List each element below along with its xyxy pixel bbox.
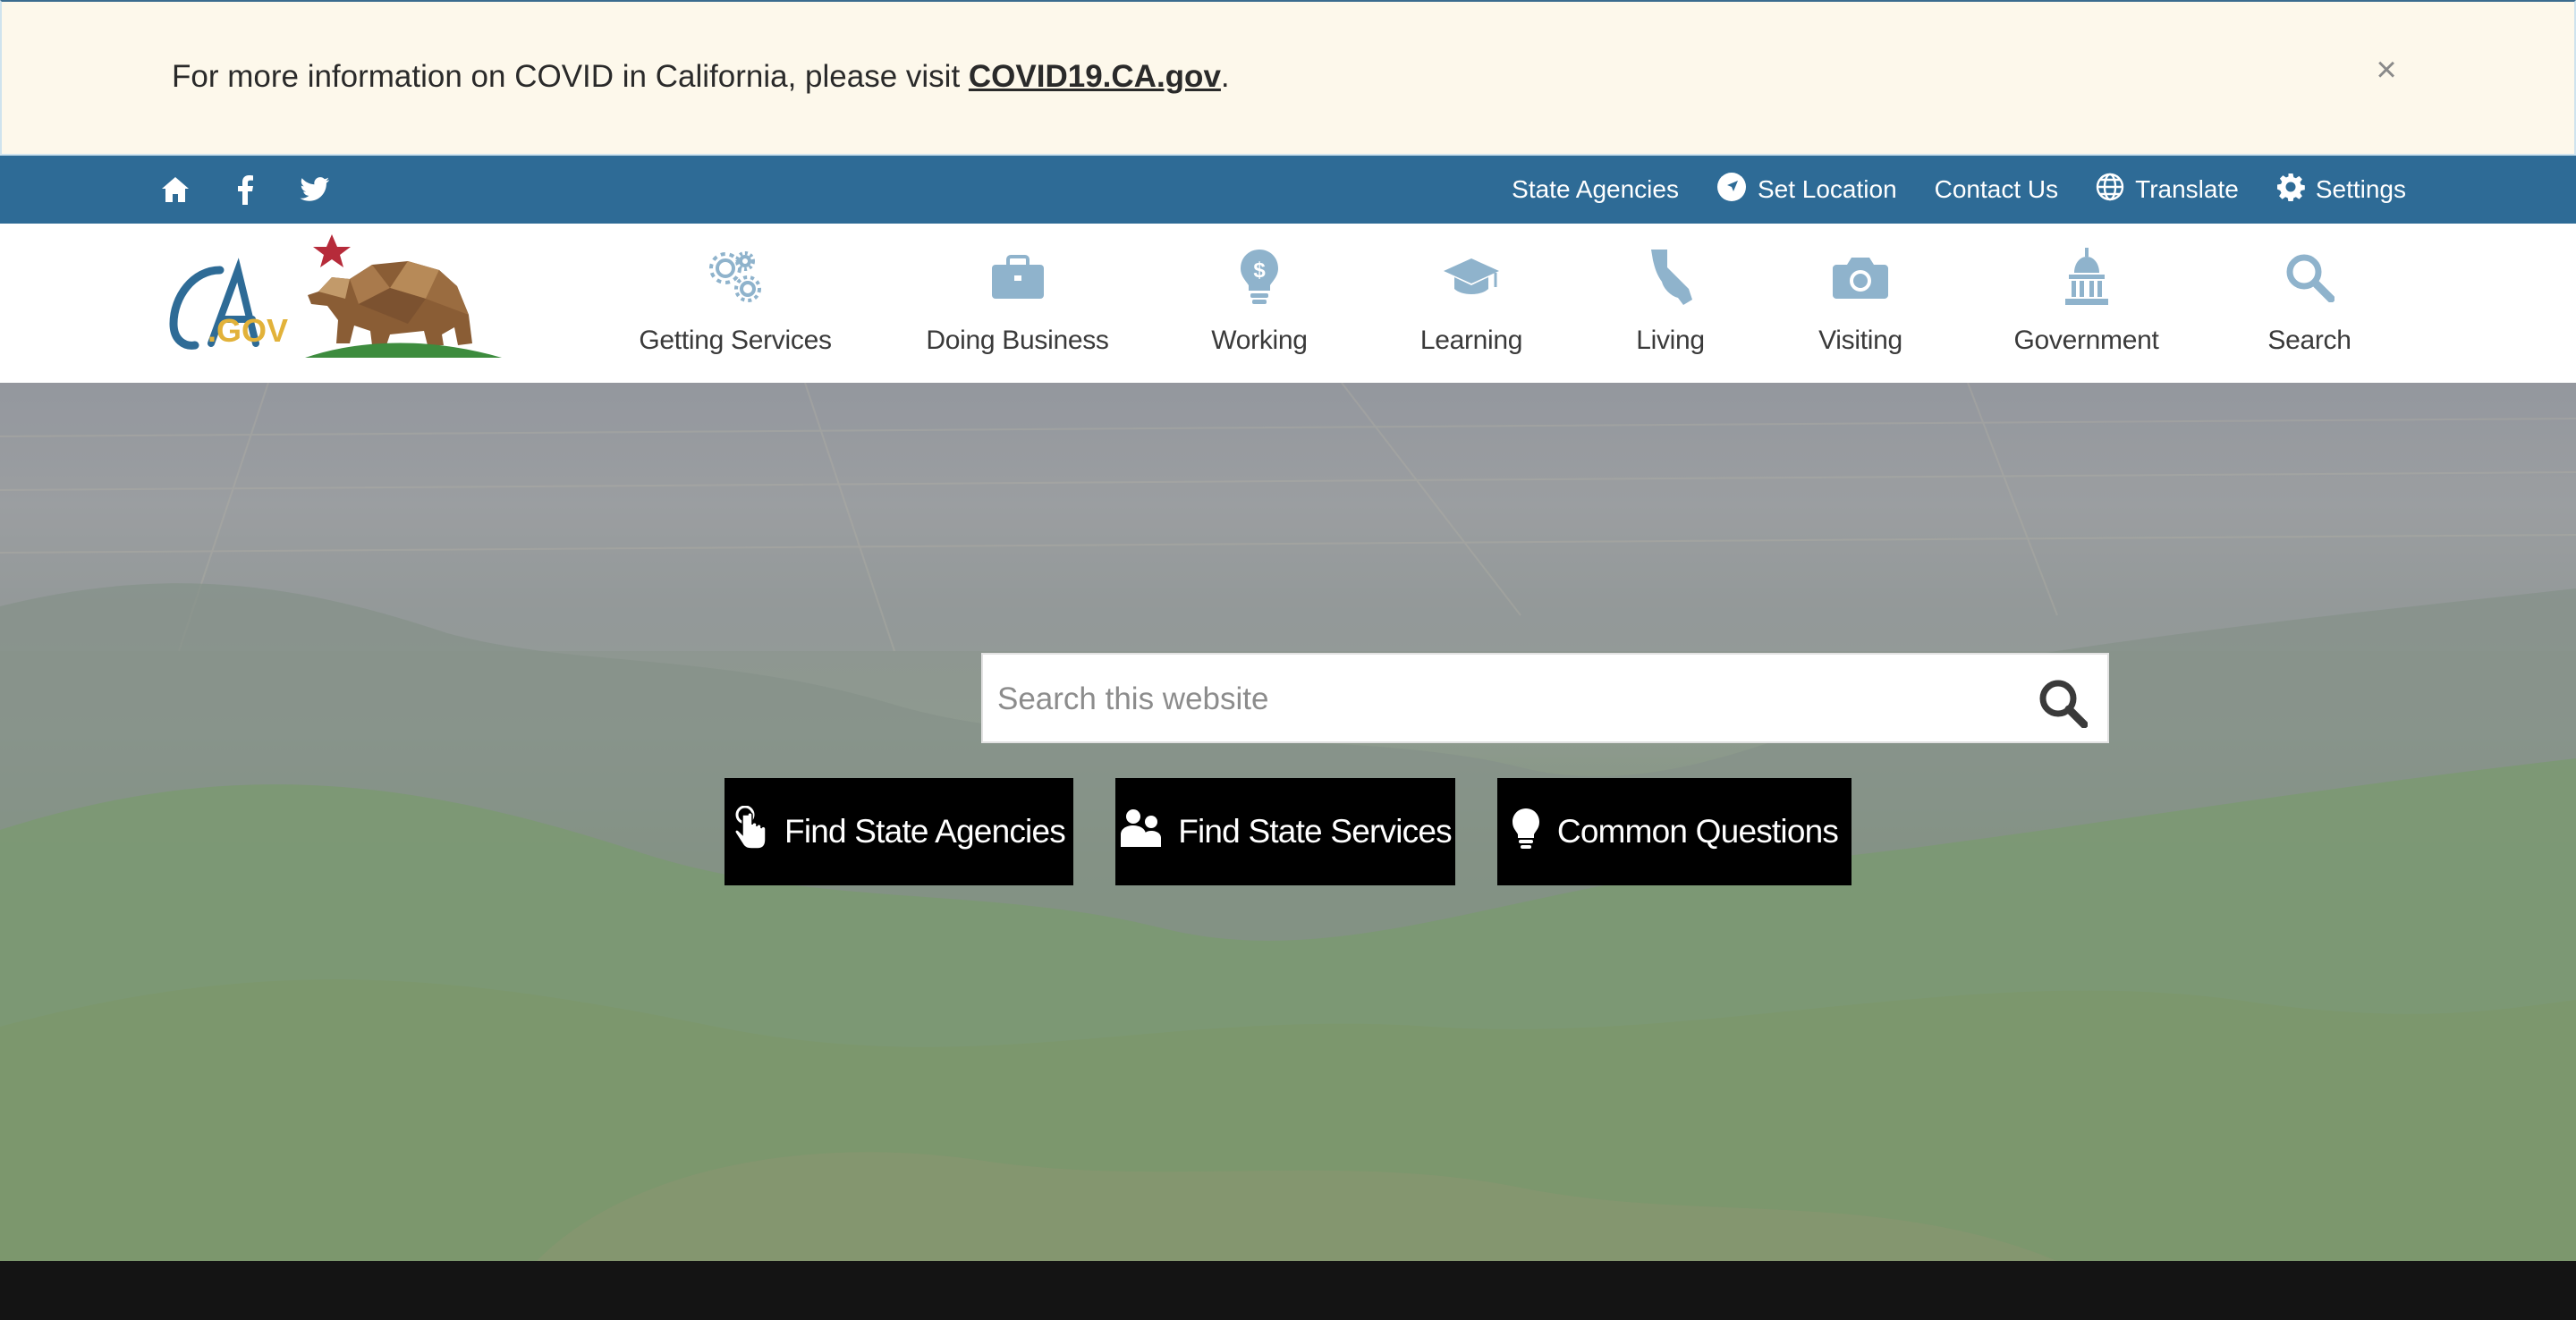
utility-links: State Agencies Set Location Contact Us T…	[1512, 156, 2406, 224]
site-search-box	[981, 653, 2109, 743]
facebook-icon[interactable]	[229, 173, 261, 206]
lightbulb-dollar-icon: $	[1239, 245, 1280, 309]
pointer-hand-icon	[733, 805, 768, 859]
utility-bar: State Agencies Set Location Contact Us T…	[0, 156, 2576, 224]
translate-label: Translate	[2135, 175, 2239, 203]
alert-message-text: For more information on COVID in Califor…	[172, 59, 969, 94]
ca-gov-logo[interactable]: .GOV	[166, 234, 506, 368]
set-location-link[interactable]: Set Location	[1716, 172, 1897, 208]
alert-message: For more information on COVID in Califor…	[172, 59, 1230, 95]
nav-visiting[interactable]: Visiting	[1807, 245, 1914, 370]
grass-shape	[305, 343, 502, 358]
logo-gov-text: .GOV	[208, 312, 288, 349]
find-agencies-label: Find State Agencies	[784, 813, 1066, 850]
nav-label: Doing Business	[926, 326, 1109, 355]
close-alert-button[interactable]: ×	[2370, 52, 2402, 88]
settings-label: Settings	[2315, 175, 2406, 203]
common-questions-button[interactable]: Common Questions	[1497, 778, 1852, 885]
social-links	[159, 156, 331, 224]
nav-label: Learning	[1419, 326, 1523, 355]
lightbulb-icon	[1511, 807, 1541, 858]
find-state-services-button[interactable]: Find State Services	[1115, 778, 1455, 885]
search-icon	[2039, 680, 2089, 729]
contact-us-label: Contact Us	[1934, 175, 2059, 203]
home-icon[interactable]	[159, 173, 191, 206]
search-icon	[2284, 245, 2334, 309]
people-icon	[1119, 808, 1162, 857]
camera-icon	[1831, 245, 1890, 309]
nav-label: Living	[1636, 326, 1705, 355]
settings-link[interactable]: Settings	[2276, 173, 2406, 207]
nav-label: Search	[2267, 326, 2351, 355]
twitter-icon[interactable]	[299, 173, 331, 206]
bear-icon	[308, 261, 472, 345]
nav-label: Government	[2013, 326, 2159, 355]
globe-icon	[2096, 173, 2124, 207]
nav-label: Getting Services	[639, 326, 832, 355]
set-location-label: Set Location	[1757, 175, 1897, 203]
gear-icon	[2276, 173, 2305, 207]
nav-label: Visiting	[1818, 326, 1902, 355]
nav-working[interactable]: $ Working	[1197, 245, 1322, 370]
state-agencies-link[interactable]: State Agencies	[1512, 175, 1679, 204]
search-submit-button[interactable]	[2038, 678, 2089, 729]
find-state-agencies-button[interactable]: Find State Agencies	[724, 778, 1073, 885]
graduation-cap-icon	[1442, 245, 1501, 309]
contact-us-link[interactable]: Contact Us	[1935, 175, 2059, 204]
nav-getting-services[interactable]: Getting Services	[639, 245, 832, 370]
translate-link[interactable]: Translate	[2096, 173, 2239, 207]
nav-search[interactable]: Search	[2263, 245, 2356, 370]
common-questions-label: Common Questions	[1556, 813, 1839, 850]
nav-government[interactable]: Government	[2004, 245, 2169, 370]
alert-trailing: .	[1220, 59, 1230, 94]
nav-learning[interactable]: Learning	[1404, 245, 1538, 370]
star-icon	[313, 234, 351, 267]
briefcase-icon	[990, 245, 1046, 309]
covid-alert-banner: For more information on COVID in Califor…	[0, 0, 2576, 156]
california-state-icon	[1648, 245, 1694, 309]
svg-text:$: $	[1253, 258, 1266, 283]
main-header: .GOV Getting Services Doing Business $ W…	[0, 224, 2576, 383]
capitol-icon	[2063, 245, 2110, 309]
search-input[interactable]	[996, 655, 1983, 743]
covid-link[interactable]: COVID19.CA.gov	[969, 59, 1221, 94]
state-agencies-label: State Agencies	[1512, 175, 1679, 203]
nav-living[interactable]: Living	[1623, 245, 1717, 370]
nav-label: Working	[1211, 326, 1308, 355]
location-icon	[1716, 172, 1747, 208]
nav-doing-business[interactable]: Doing Business	[926, 245, 1109, 370]
gears-icon	[706, 245, 765, 309]
footer-bar	[0, 1261, 2576, 1320]
find-services-label: Find State Services	[1178, 813, 1452, 850]
